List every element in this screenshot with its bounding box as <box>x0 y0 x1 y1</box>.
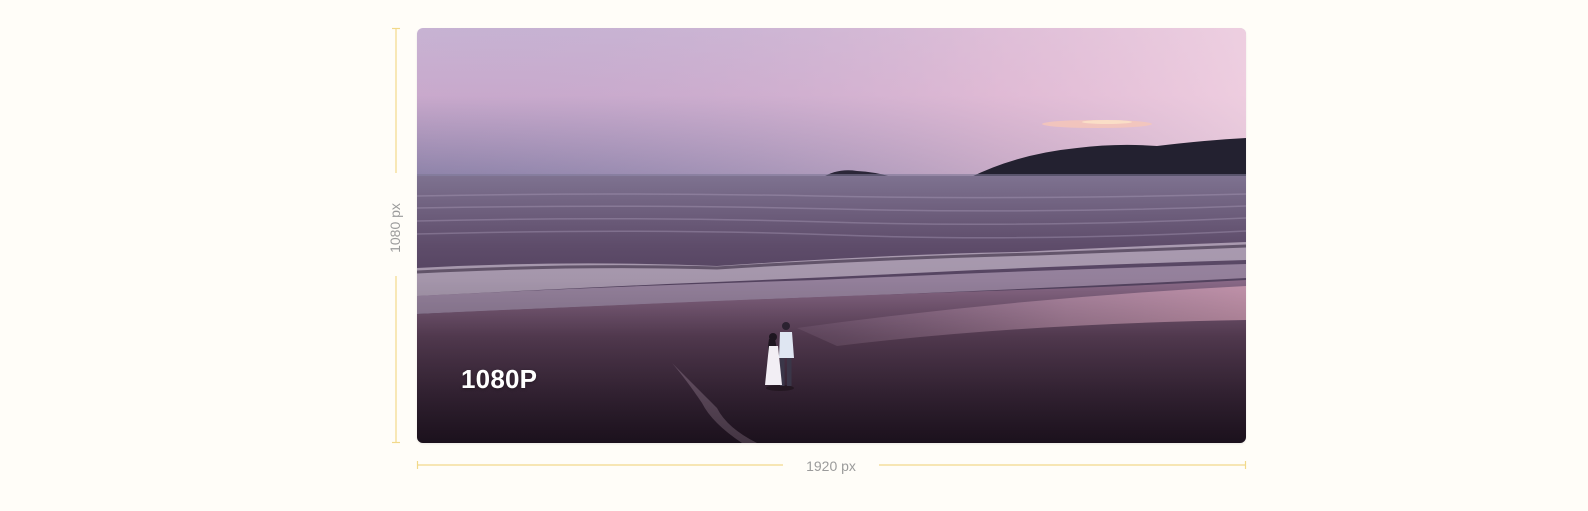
preview-image: 1080P <box>417 28 1246 443</box>
resolution-label: 1080P <box>461 364 538 394</box>
resolution-preview: 1080 px 1080P 1920 px <box>0 0 1588 511</box>
width-label: 1920 px <box>806 458 856 474</box>
beach-sunset-photo <box>417 28 1246 443</box>
height-label: 1080 px <box>387 203 403 253</box>
